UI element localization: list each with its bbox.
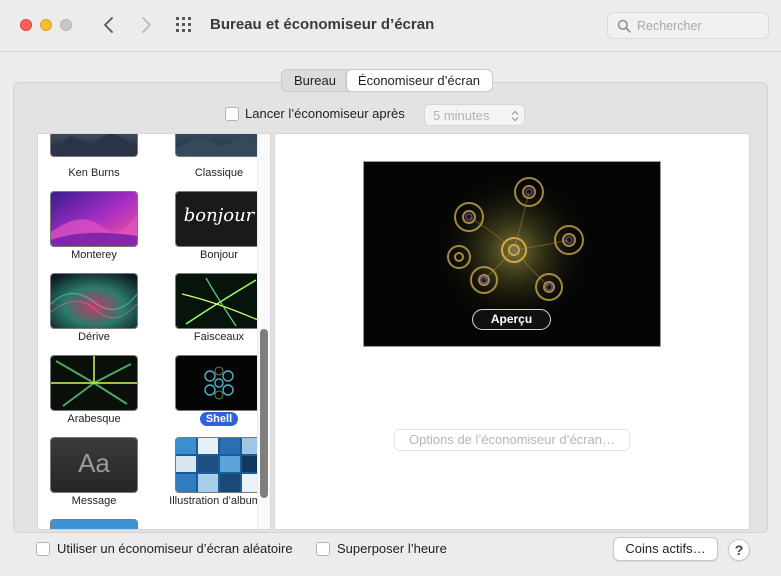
monterey-thumbnail[interactable] bbox=[51, 192, 137, 246]
forward-button[interactable] bbox=[135, 14, 157, 36]
toolbar: Bureau et économiseur d’écran bbox=[0, 0, 781, 52]
random-saver-label: Utiliser un économiseur d’écran aléatoir… bbox=[57, 541, 293, 556]
window-title: Bureau et économiseur d’écran bbox=[210, 16, 435, 33]
saver-label-faisceaux: Faisceaux bbox=[193, 331, 245, 343]
tab-economiseur[interactable]: Économiseur d’écran bbox=[345, 70, 493, 91]
show-clock-checkbox[interactable] bbox=[316, 541, 330, 556]
saver-label-album-artwork: Illustration d’album bbox=[169, 495, 261, 507]
start-after-label: Lancer l’économiseur après bbox=[245, 106, 405, 121]
saver-label-classique: Classique bbox=[194, 167, 244, 179]
show-clock-label: Superposer l’heure bbox=[337, 541, 447, 556]
saver-label-shell: Shell bbox=[159, 412, 270, 426]
chevron-left-icon bbox=[104, 17, 113, 33]
ken-burns-thumbnail[interactable] bbox=[51, 134, 137, 156]
tab-bureau[interactable]: Bureau bbox=[282, 70, 346, 91]
grid-dot bbox=[182, 17, 185, 20]
saver-label-arabesque: Arabesque bbox=[67, 413, 121, 425]
saver-label-message: Message bbox=[71, 495, 117, 507]
grid-dot bbox=[182, 23, 185, 26]
back-button[interactable] bbox=[98, 14, 120, 36]
album-artwork-thumbnail[interactable] bbox=[176, 438, 262, 492]
saver-label-derive: Dérive bbox=[78, 331, 110, 343]
grid-dot bbox=[176, 23, 179, 26]
close-button[interactable] bbox=[20, 19, 32, 31]
message-thumb-text: Aa bbox=[78, 448, 110, 478]
search-input[interactable] bbox=[637, 17, 762, 35]
grid-icon bbox=[176, 17, 179, 20]
next-saver-thumbnail[interactable] bbox=[51, 520, 137, 529]
random-saver-row: Utiliser un économiseur d’écran aléatoir… bbox=[36, 541, 293, 556]
grid-dot bbox=[176, 29, 179, 32]
grid-dot bbox=[182, 29, 185, 32]
show-all-button[interactable] bbox=[175, 16, 195, 36]
minimize-button[interactable] bbox=[40, 19, 52, 31]
chevron-right-icon bbox=[142, 17, 151, 33]
grid-dot bbox=[188, 17, 191, 20]
random-saver-checkbox[interactable] bbox=[36, 541, 50, 556]
derive-thumbnail[interactable] bbox=[51, 274, 137, 328]
start-after-row: Lancer l’économiseur après bbox=[225, 106, 405, 121]
faisceaux-thumbnail[interactable] bbox=[176, 274, 262, 328]
grid-dot bbox=[188, 23, 191, 26]
updown-chevron-icon bbox=[511, 110, 519, 122]
start-after-value: 5 minutes bbox=[433, 108, 490, 123]
start-after-checkbox[interactable] bbox=[225, 106, 239, 121]
show-clock-row: Superposer l’heure bbox=[316, 541, 447, 556]
scrollbar-thumb[interactable] bbox=[260, 329, 268, 498]
start-after-select[interactable]: 5 minutes bbox=[424, 104, 525, 126]
tab-bar: Bureau Économiseur d’écran bbox=[281, 69, 494, 92]
selected-saver-label: Shell bbox=[199, 412, 239, 426]
search-field[interactable] bbox=[607, 12, 769, 39]
arabesque-thumbnail[interactable] bbox=[51, 356, 137, 410]
shell-thumbnail[interactable] bbox=[176, 356, 262, 410]
saver-label-ken-burns: Ken Burns bbox=[68, 167, 120, 179]
grid-dot bbox=[188, 29, 191, 32]
help-button[interactable]: ? bbox=[728, 539, 750, 561]
saver-label-bonjour: Bonjour bbox=[200, 249, 238, 261]
classique-thumbnail[interactable] bbox=[176, 134, 262, 156]
bonjour-thumb-text: bonjour bbox=[183, 205, 255, 226]
hot-corners-button[interactable]: Coins actifs… bbox=[613, 537, 718, 561]
bonjour-thumbnail[interactable]: bonjour bbox=[176, 192, 262, 246]
message-thumbnail[interactable]: Aa bbox=[51, 438, 137, 492]
zoom-button[interactable] bbox=[60, 19, 72, 31]
preview-button[interactable]: Aperçu bbox=[472, 309, 551, 330]
search-icon bbox=[617, 19, 631, 33]
screensaver-options-button[interactable]: Options de l’économiseur d’écran… bbox=[394, 429, 630, 451]
saver-label-monterey: Monterey bbox=[71, 249, 117, 261]
screensaver-list[interactable]: Ken Burns Classique bonjour Monterey Bon… bbox=[37, 133, 271, 530]
